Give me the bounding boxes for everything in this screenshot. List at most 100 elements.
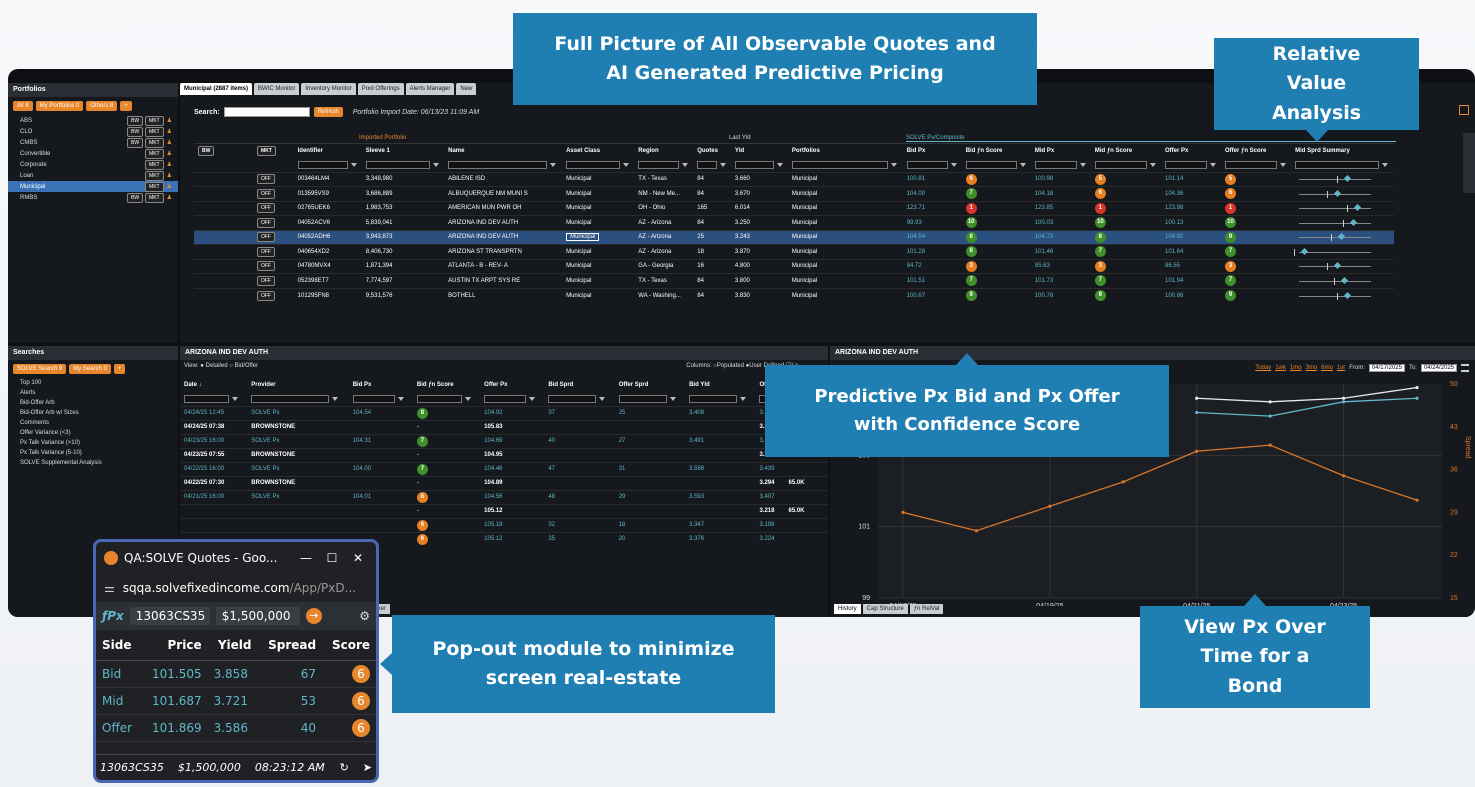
amount-input[interactable]: $1,500,000 — [215, 607, 300, 625]
search-filter[interactable]: SOLVE Search 9 — [13, 364, 67, 374]
grid-column-header[interactable]: Name — [444, 144, 562, 158]
detail-row[interactable]: 04/22/25 16:00 SOLVE Px 104.00 7 104.46 47 31 3… — [180, 462, 828, 476]
range-link[interactable]: 1wk — [1275, 365, 1286, 371]
filter-icon[interactable] — [529, 396, 536, 401]
filter-icon[interactable] — [1279, 162, 1286, 167]
range-link[interactable]: 6mo — [1321, 365, 1333, 371]
grid-column-header[interactable]: Mid Sprd Summary — [1291, 144, 1394, 158]
portfolio-item[interactable]: ABS BW MKT ♟ — [8, 115, 178, 126]
portfolio-tag[interactable]: BW — [126, 126, 144, 137]
portfolio-tag[interactable]: MKT — [145, 170, 164, 181]
range-link[interactable]: 1yr — [1337, 365, 1345, 371]
chart-tab[interactable]: Cap Structure — [862, 604, 908, 614]
refresh-icon[interactable]: ↻ — [340, 761, 349, 774]
grid-column-header[interactable]: Asset Class — [562, 144, 634, 158]
filter-input[interactable] — [689, 394, 738, 403]
column-chip[interactable]: MKT — [256, 146, 276, 156]
grid-column-header[interactable]: Mid Px — [1031, 144, 1091, 158]
portfolio-filter[interactable]: My Portfolios 0 — [35, 101, 84, 111]
filter-input[interactable] — [1224, 160, 1277, 169]
edit-cell[interactable]: Municipal — [566, 233, 600, 242]
to-input[interactable]: 04/24/2025 — [1420, 364, 1457, 372]
portfolio-tag[interactable]: MKT — [145, 192, 164, 203]
search-item[interactable]: SOLVE Supplemental Analysis — [8, 458, 178, 468]
grid-column-header[interactable]: Quotes — [693, 144, 731, 158]
detail-column-header[interactable]: Bid ƒn Score — [413, 378, 480, 392]
chart-tab[interactable]: History — [834, 604, 861, 614]
add-portfolio-button[interactable]: + — [120, 101, 132, 111]
filter-icon[interactable] — [350, 162, 357, 167]
range-link[interactable]: 3mo — [1306, 365, 1318, 371]
filter-icon[interactable] — [550, 162, 557, 167]
table-row[interactable]: OFF 02765UEK6 1,983,753 AMERICAN MUN PWR OH… — [194, 201, 1394, 216]
filter-icon[interactable] — [776, 162, 783, 167]
detail-column-header[interactable]: Bid Px — [349, 378, 413, 392]
portfolio-tag[interactable]: MKT — [145, 148, 164, 159]
search-item[interactable]: Alerts — [8, 388, 178, 398]
filter-icon[interactable] — [464, 396, 471, 401]
filter-input[interactable] — [697, 160, 718, 169]
portfolio-item[interactable]: Convertible MKT ♟ — [8, 148, 178, 159]
filter-icon[interactable] — [740, 396, 747, 401]
grid-column-header[interactable]: Yld — [731, 144, 788, 158]
grid-column-header[interactable]: BW — [194, 144, 253, 158]
portfolio-item[interactable]: Loan MKT ♟ — [8, 170, 178, 181]
detail-row[interactable]: 04/23/25 16:00 SOLVE Px 104.31 7 104.69 40 27 3… — [180, 434, 828, 448]
search-item[interactable]: Top 100 — [8, 378, 178, 388]
portfolio-tag[interactable]: BW — [126, 137, 144, 148]
search-item[interactable]: Px Talk Variance (>10) — [8, 438, 178, 448]
off-toggle[interactable]: OFF — [256, 275, 275, 286]
search-item[interactable]: Px Talk Variance (5-10) — [8, 448, 178, 458]
table-row[interactable]: OFF 04780MVX4 1,871,394 ATLANTA - B - REV- … — [194, 259, 1394, 274]
detail-row[interactable]: 04/21/25 16:00 SOLVE Px 104.01 6 104.56 48 29 3… — [180, 490, 828, 504]
filter-icon[interactable] — [397, 396, 404, 401]
off-toggle[interactable]: OFF — [256, 203, 275, 214]
table-row[interactable]: OFF 052398ET7 7,774,597 AUSTIN TX ARPT SYS … — [194, 273, 1394, 289]
columns-side-tab[interactable] — [1463, 133, 1475, 193]
portfolio-item[interactable]: CMBS BW MKT ♟ — [8, 137, 178, 148]
portfolio-filter[interactable]: All 8 — [13, 101, 33, 111]
portfolio-tag[interactable]: MKT — [145, 159, 164, 170]
portfolio-tag[interactable]: BW — [126, 115, 144, 126]
tab[interactable]: Alerts Manager — [405, 83, 455, 95]
table-row[interactable]: OFF 013595VS9 3,686,889 ALBUQUERQUE NM MUNI… — [194, 186, 1394, 202]
detail-row[interactable]: 6 105.18 32 18 3.347 3.198 — [180, 518, 828, 532]
grid-column-header[interactable]: Portfolios — [788, 144, 903, 158]
grid-column-header[interactable]: Bid Px — [903, 144, 962, 158]
filter-input[interactable] — [906, 160, 948, 169]
settings-gear-icon[interactable]: ⚙ — [359, 609, 370, 623]
add-search-button[interactable]: + — [113, 364, 126, 374]
filter-icon[interactable] — [1019, 162, 1026, 167]
filter-input[interactable] — [1034, 160, 1077, 169]
filter-input[interactable] — [965, 160, 1017, 169]
portfolio-item[interactable]: CLO BW MKT ♟ — [8, 126, 178, 137]
portfolio-tag[interactable]: BW — [126, 192, 144, 203]
portfolio-item[interactable]: Municipal MKT ♟ — [8, 181, 178, 192]
detail-column-header[interactable]: Offer Sprd — [615, 378, 685, 392]
detail-row[interactable]: 04/23/25 07:55BROWNSTONE-104.953.27365.0… — [180, 448, 828, 462]
filter-icon[interactable] — [599, 396, 606, 401]
filter-input[interactable] — [638, 160, 680, 169]
search-item[interactable]: Comments — [8, 418, 178, 428]
from-input[interactable]: 04/17/2025 — [1368, 364, 1405, 372]
off-toggle[interactable]: OFF — [256, 188, 275, 199]
table-row[interactable]: OFF 040654XD2 8,406,730 ARIZONA ST TRANSPRT… — [194, 244, 1394, 260]
filter-icon[interactable] — [623, 162, 630, 167]
detail-column-header[interactable]: Bid Sprd — [544, 378, 614, 392]
table-row[interactable]: OFF 003464LM4 3,348,980 ABILENE ISD Municipa… — [194, 172, 1394, 187]
grid-column-header[interactable]: Offer Px — [1161, 144, 1221, 158]
search-item[interactable]: Bid-Offer Arb w/ Sizes — [8, 408, 178, 418]
detail-row[interactable]: - 105.12 3.218 65.0K — [180, 504, 828, 518]
filter-input[interactable] — [365, 160, 430, 169]
filter-icon[interactable] — [1209, 162, 1216, 167]
off-toggle[interactable]: OFF — [256, 174, 275, 185]
tab[interactable]: Inventory Monitor — [301, 83, 356, 95]
filter-icon[interactable] — [332, 396, 339, 401]
filter-icon[interactable] — [890, 162, 897, 167]
range-link[interactable]: Today — [1255, 365, 1271, 371]
range-link[interactable]: 1mo — [1290, 365, 1302, 371]
send-icon[interactable]: ➤ — [363, 761, 372, 774]
detail-row[interactable]: 04/22/25 07:30 BROWNSTONE - 104.89 3.294 65.0… — [180, 476, 828, 490]
filter-icon[interactable] — [232, 396, 238, 401]
filter-input[interactable] — [618, 394, 667, 403]
